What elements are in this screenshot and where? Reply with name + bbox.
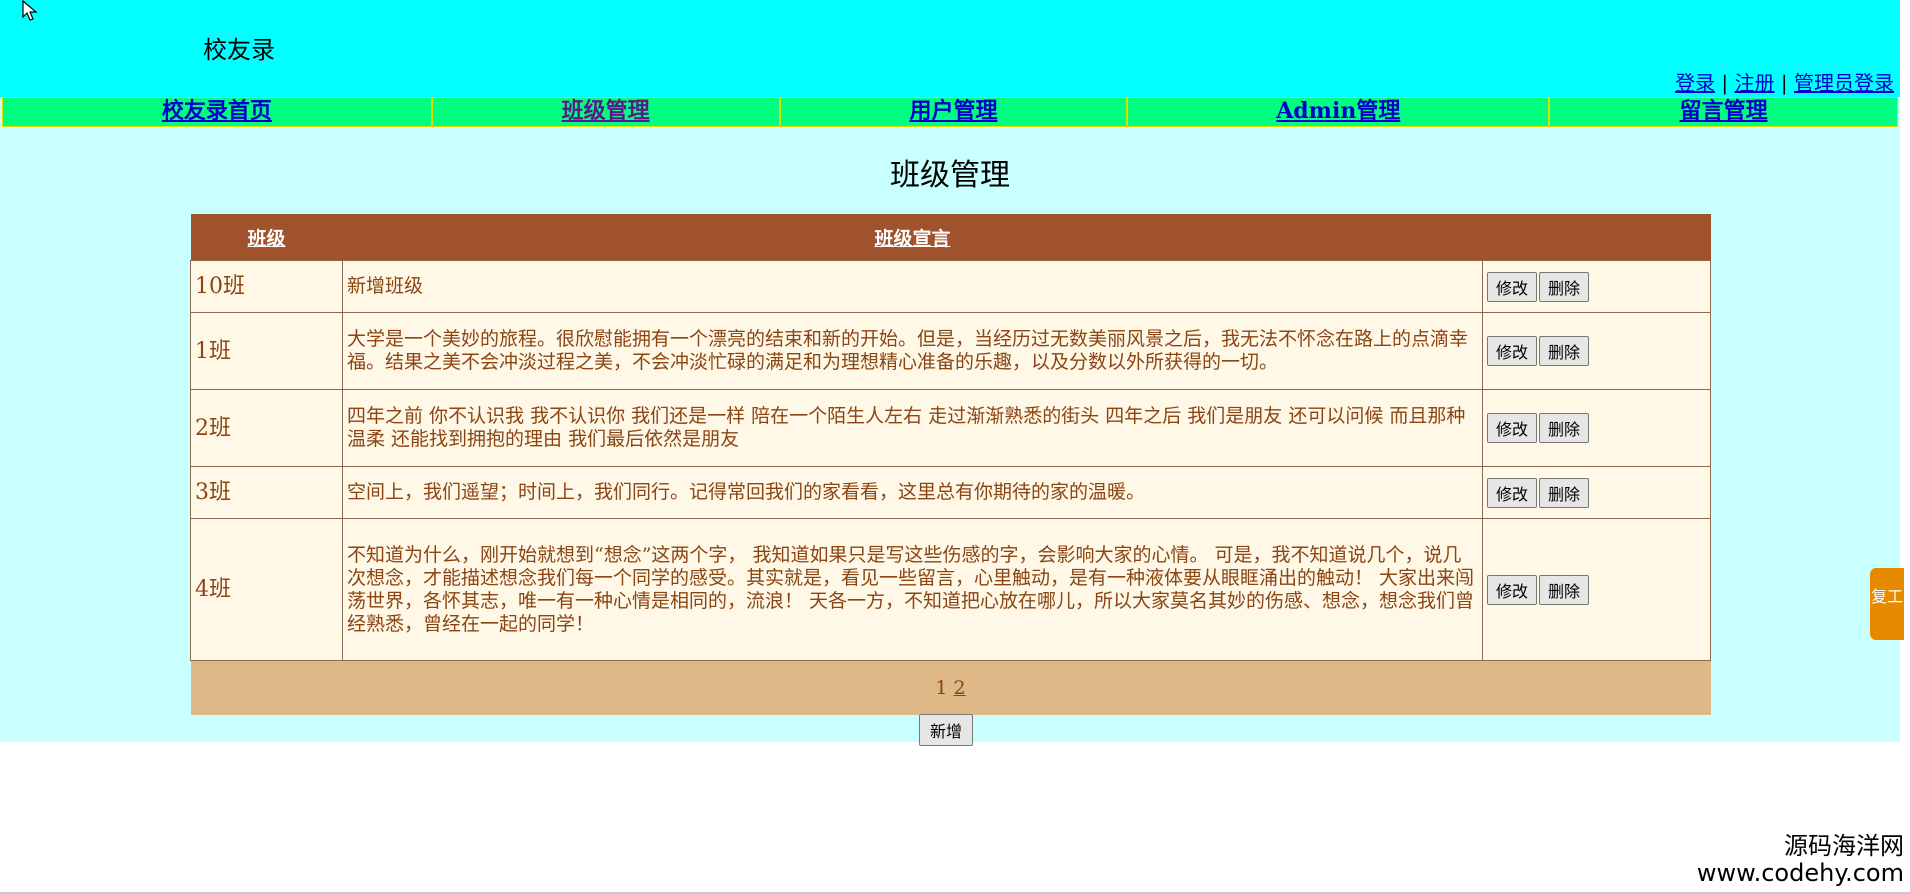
table-header-row: 班级 班级宣言 bbox=[190, 214, 1711, 261]
delete-button[interactable]: 删除 bbox=[1539, 477, 1590, 508]
pager-row: 1 2 bbox=[190, 660, 1711, 715]
pager: 1 2 bbox=[190, 660, 1711, 715]
nav-link-user-management[interactable]: 用户管理 bbox=[909, 98, 997, 124]
table-row: 4班 不知道为什么，刚开始就想到“想念”这两个字， 我知道如果只是写这些伤感的字… bbox=[190, 518, 1711, 661]
nav-item-class-management: 班级管理 bbox=[430, 98, 779, 126]
main-nav: 校友录首页 班级管理 用户管理 Admin管理 留言管理 bbox=[2, 97, 1898, 127]
auth-links: 登录 | 注册 | 管理员登录 bbox=[1675, 67, 1894, 96]
edit-button[interactable]: 修改 bbox=[1487, 271, 1538, 302]
table-row: 3班 空间上，我们遥望；时间上，我们同行。记得常回我们的家看看，这里总有你期待的… bbox=[190, 466, 1711, 519]
sort-by-motto-link[interactable]: 班级宣言 bbox=[874, 228, 950, 250]
edit-button[interactable]: 修改 bbox=[1487, 336, 1538, 366]
edit-button[interactable]: 修改 bbox=[1487, 574, 1538, 605]
class-name-cell: 10班 bbox=[190, 260, 343, 313]
class-name-cell: 2班 bbox=[190, 389, 343, 467]
site-header: 校友录 登录 | 注册 | 管理员登录 bbox=[0, 0, 1900, 97]
delete-button[interactable]: 删除 bbox=[1539, 413, 1590, 443]
class-name-cell: 3班 bbox=[190, 466, 343, 519]
column-header-class: 班级 bbox=[190, 214, 343, 261]
register-link[interactable]: 注册 bbox=[1735, 71, 1775, 95]
pager-link-page-2[interactable]: 2 bbox=[954, 677, 966, 699]
sort-by-class-link[interactable]: 班级 bbox=[247, 228, 285, 250]
class-name-cell: 4班 bbox=[190, 518, 343, 661]
pager-current-page: 1 bbox=[935, 676, 948, 699]
nav-item-message-management: 留言管理 bbox=[1548, 98, 1897, 126]
add-class-button[interactable]: 新增 bbox=[919, 714, 974, 746]
side-float-widget[interactable]: 复工 bbox=[1870, 568, 1904, 640]
page-title: 班级管理 bbox=[890, 158, 1010, 193]
class-motto-cell: 新增班级 bbox=[342, 260, 1483, 313]
column-header-actions bbox=[1482, 214, 1711, 261]
table-row: 1班 大学是一个美妙的旅程。很欣慰能拥有一个漂亮的结束和新的开始。但是，当经历过… bbox=[190, 312, 1711, 390]
delete-button[interactable]: 删除 bbox=[1539, 574, 1590, 605]
actions-cell: 修改 删除 bbox=[1482, 518, 1711, 661]
nav-link-admin-management[interactable]: Admin管理 bbox=[1276, 98, 1400, 124]
nav-link-message-management[interactable]: 留言管理 bbox=[1680, 98, 1768, 124]
class-name-cell: 1班 bbox=[190, 312, 343, 390]
class-table: 班级 班级宣言 10班 新增班级 修改 删除 1班 大学是一个美妙的旅程。很欣慰能… bbox=[190, 214, 1711, 715]
nav-link-class-management[interactable]: 班级管理 bbox=[562, 98, 650, 124]
nav-item-admin-management: Admin管理 bbox=[1126, 98, 1548, 126]
nav-item-user-management: 用户管理 bbox=[778, 98, 1127, 126]
edit-button[interactable]: 修改 bbox=[1487, 413, 1538, 443]
class-motto-cell: 不知道为什么，刚开始就想到“想念”这两个字， 我知道如果只是写这些伤感的字，会影… bbox=[342, 518, 1483, 661]
admin-login-link[interactable]: 管理员登录 bbox=[1794, 71, 1894, 95]
actions-cell: 修改 删除 bbox=[1482, 260, 1711, 313]
delete-button[interactable]: 删除 bbox=[1539, 271, 1590, 302]
nav-link-home[interactable]: 校友录首页 bbox=[162, 98, 272, 124]
actions-cell: 修改 删除 bbox=[1482, 312, 1711, 390]
column-header-motto: 班级宣言 bbox=[342, 214, 1483, 261]
watermark-name: 源码海洋网 bbox=[1784, 832, 1904, 860]
actions-cell: 修改 删除 bbox=[1482, 466, 1711, 519]
auth-separator: | bbox=[1780, 71, 1788, 95]
auth-separator: | bbox=[1721, 71, 1729, 95]
watermark: 源码海洋网 www.codehy.com bbox=[1697, 832, 1904, 886]
delete-button[interactable]: 删除 bbox=[1539, 336, 1590, 366]
site-title: 校友录 bbox=[203, 36, 275, 64]
watermark-url: www.codehy.com bbox=[1696, 859, 1904, 887]
edit-button[interactable]: 修改 bbox=[1487, 477, 1538, 508]
class-motto-cell: 四年之前 你不认识我 我不认识你 我们还是一样 陪在一个陌生人左右 走过渐渐熟悉… bbox=[342, 389, 1483, 467]
table-row: 10班 新增班级 修改 删除 bbox=[190, 260, 1711, 313]
nav-item-home: 校友录首页 bbox=[3, 98, 431, 126]
mouse-cursor-icon bbox=[22, 0, 38, 21]
page-background: 校友录 登录 | 注册 | 管理员登录 校友录首页 班级管理 用户管理 Admi… bbox=[0, 0, 1900, 746]
table-row: 2班 四年之前 你不认识我 我不认识你 我们还是一样 陪在一个陌生人左右 走过渐… bbox=[190, 389, 1711, 467]
actions-cell: 修改 删除 bbox=[1482, 389, 1711, 467]
class-motto-cell: 大学是一个美妙的旅程。很欣慰能拥有一个漂亮的结束和新的开始。但是，当经历过无数美… bbox=[342, 312, 1483, 390]
class-motto-cell: 空间上，我们遥望；时间上，我们同行。记得常回我们的家看看，这里总有你期待的家的温… bbox=[342, 466, 1483, 519]
login-link[interactable]: 登录 bbox=[1675, 71, 1715, 95]
